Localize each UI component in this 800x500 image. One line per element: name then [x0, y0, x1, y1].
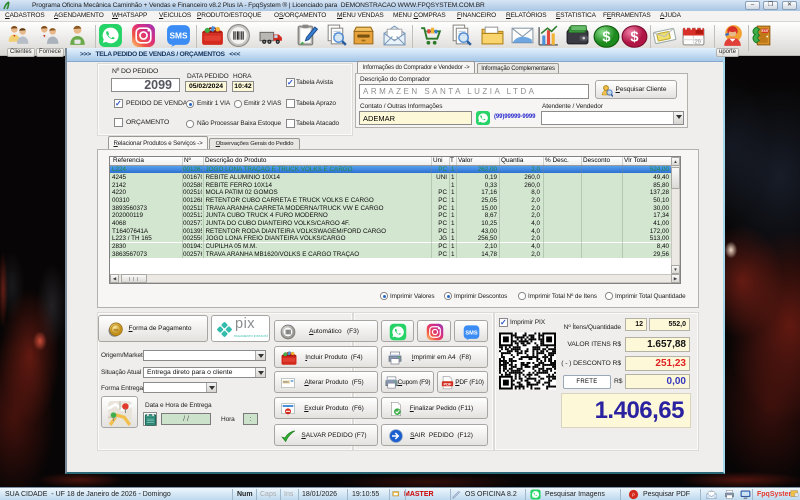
svg-text:PDF: PDF	[443, 381, 452, 386]
svg-text:SMS: SMS	[465, 331, 477, 337]
svg-text:$: $	[630, 30, 638, 46]
svg-text:29: 29	[694, 39, 700, 45]
svg-text:P: P	[632, 492, 635, 497]
svg-text:EXIT: EXIT	[761, 29, 768, 33]
svg-text:SMS: SMS	[169, 31, 187, 41]
svg-text:$: $	[602, 30, 610, 46]
